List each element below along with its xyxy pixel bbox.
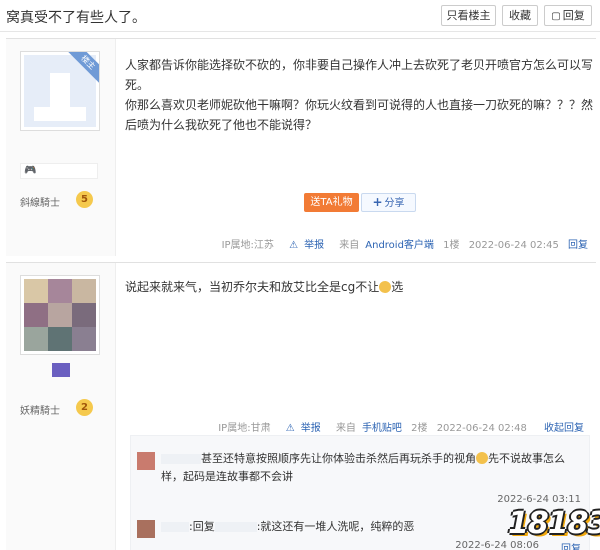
emoji-icon <box>379 281 392 293</box>
post-reply-link[interactable]: 回复 <box>568 240 588 251</box>
reply-button[interactable]: ▢ 回复 <box>544 5 592 26</box>
post-meta: IP属地:江苏 ⚠ 举报 来自 Android客户端 1楼 2022-06-24 0… <box>216 236 588 251</box>
comment-item: 甚至还特意按照顺序先让你体验击杀然后再玩杀手的视角 先不说故事怎么样，起码是连故事… <box>131 446 589 505</box>
post-paragraph: 你那么喜欢贝老师妮砍他干嘛啊？你玩火纹看到可说得的人也直接一刀砍死的嘛？？？然后… <box>125 98 594 132</box>
post-text: 选 <box>391 280 404 294</box>
post-paragraph: 人家都告诉你能选择砍不砍的，你非要自己操作人冲上去砍死了老贝开喷官方怎么可以写死… <box>125 58 594 92</box>
post-time: 2022-06-24 02:45 <box>468 240 559 251</box>
badge-bar: 🎮 <box>20 163 98 179</box>
reply-target-name[interactable] <box>214 522 257 532</box>
site-watermark-logo: 18183 <box>500 492 600 544</box>
collapse-replies-button[interactable]: 收起回复 <box>544 423 584 434</box>
warning-icon: ⚠ <box>285 423 295 434</box>
rank-name: 妖精騎士 <box>20 406 60 417</box>
comment-text: :回复:就这还有一堆人洗呢，纯粹的恶 <box>161 518 491 536</box>
post-text: 说起来就来气，当初乔尔夫和放艾比全是cg不让 <box>125 280 380 294</box>
post-content: 人家都告诉你能选择砍不砍的，你非要自己操作人冲上去砍死了老贝开喷官方怎么可以写死… <box>116 39 596 256</box>
post-body: 说起来就来气，当初乔尔夫和放艾比全是cg不让选 <box>125 277 595 297</box>
post-time: 2022-06-24 02:48 <box>436 423 527 434</box>
avatar-image <box>24 279 96 351</box>
post-floor-1: 楼主 🎮 斜線騎士 5 人家都告诉你能选择砍不砍的，你非要自己操作人冲上去砍死了… <box>6 38 596 256</box>
only-host-button[interactable]: 只看楼主 <box>441 5 496 26</box>
avatar[interactable]: 楼主 <box>20 51 100 131</box>
badge-icon <box>52 363 70 377</box>
source-link[interactable]: 手机贴吧 <box>362 423 402 434</box>
source-link[interactable]: Android客户端 <box>365 240 434 251</box>
thread-header: 窝真受不了有些人了。 只看楼主 收藏 ▢ 回复 <box>0 0 600 32</box>
watermark-text: 18183 <box>508 506 600 541</box>
share-button[interactable]: + 分享 <box>361 193 416 212</box>
rank-badge: 妖精騎士 2 <box>20 399 100 417</box>
comment-text: 甚至还特意按照顺序先让你体验击杀然后再玩杀手的视角 先不说故事怎么样，起码是连故事… <box>161 452 565 483</box>
plus-icon: + <box>372 195 383 209</box>
rank-name: 斜線騎士 <box>20 198 60 209</box>
level-badge: 2 <box>76 399 93 416</box>
send-gift-button[interactable]: 送TA礼物 <box>304 193 359 212</box>
report-link[interactable]: ⚠ 举报 <box>283 240 324 251</box>
ip-location: IP属地:江苏 <box>221 240 274 251</box>
commenter-name[interactable] <box>161 454 201 464</box>
avatar[interactable] <box>20 275 100 355</box>
floor-number: 1楼 <box>443 240 460 251</box>
warning-icon: ⚠ <box>289 240 299 251</box>
report-link[interactable]: ⚠ 举报 <box>280 423 321 434</box>
post-meta: IP属地:甘肃 ⚠ 举报 来自 手机贴吧 2楼 2022-06-24 02:48 收… <box>212 419 584 434</box>
reply-icon: ▢ <box>551 11 561 22</box>
favorite-button[interactable]: 收藏 <box>502 5 538 26</box>
share-label: 分享 <box>384 198 405 209</box>
emoji-icon <box>476 452 488 464</box>
author-panel: 妖精騎士 2 <box>6 263 116 550</box>
thread-title: 窝真受不了有些人了。 <box>6 10 146 26</box>
commenter-avatar[interactable] <box>137 520 155 538</box>
game-controller-icon: 🎮 <box>24 165 37 176</box>
rank-badge: 斜線騎士 5 <box>20 191 100 209</box>
level-badge: 5 <box>76 191 93 208</box>
commenter-name[interactable] <box>161 522 189 532</box>
author-panel: 楼主 🎮 斜線騎士 5 <box>6 39 116 256</box>
post-body: 人家都告诉你能选择砍不砍的，你非要自己操作人冲上去砍死了老贝开喷官方怎么可以写死… <box>125 55 595 135</box>
source: 来自 手机贴吧 <box>335 423 402 434</box>
ip-location: IP属地:甘肃 <box>218 423 271 434</box>
commenter-avatar[interactable] <box>137 452 155 470</box>
source: 来自 Android客户端 <box>339 240 434 251</box>
reply-button-label: 回复 <box>562 9 585 22</box>
floor-number: 2楼 <box>411 423 428 434</box>
